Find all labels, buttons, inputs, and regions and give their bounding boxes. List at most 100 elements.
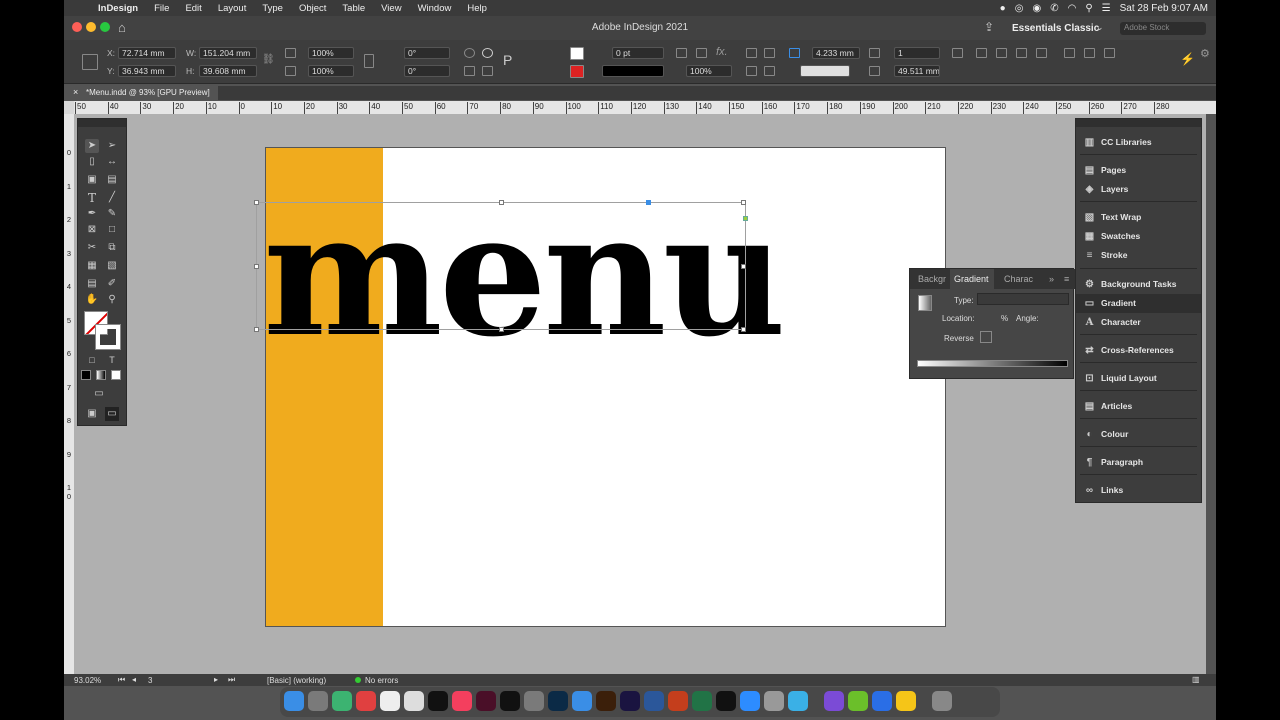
fill-swatch-control[interactable] <box>570 47 584 60</box>
shear-field[interactable]: 0° <box>404 65 450 77</box>
split-layout-icon[interactable]: ▥ <box>1192 675 1200 684</box>
chrome-icon[interactable] <box>356 691 376 711</box>
zoom-level[interactable]: 93.02% <box>74 676 101 685</box>
align-justify-icon[interactable] <box>764 66 775 76</box>
h-field[interactable]: 39.608 mm <box>199 65 257 77</box>
fit-content-icon[interactable] <box>676 48 687 58</box>
balance-columns-icon[interactable] <box>952 48 963 58</box>
panel-layers[interactable]: ◈ Layers <box>1076 180 1201 199</box>
panel-cc-libraries[interactable]: ▥ CC Libraries <box>1076 133 1201 152</box>
lightning-icon[interactable]: ⚡ <box>1180 52 1195 66</box>
pencil-tool-icon[interactable]: ✎ <box>105 207 119 221</box>
rotation-field[interactable]: 0° <box>404 47 450 59</box>
preflight-errors[interactable]: No errors <box>365 676 398 685</box>
spotlight-icon[interactable]: ⚲ <box>1085 3 1092 14</box>
menu-table[interactable]: Table <box>334 3 373 14</box>
apply-none-icon[interactable] <box>111 370 121 380</box>
flip-vertical-icon[interactable] <box>482 66 493 76</box>
finder-icon[interactable] <box>284 691 304 711</box>
scissors-tool-icon[interactable]: ✂ <box>85 241 99 255</box>
panel-links[interactable]: ∞ Links <box>1076 481 1201 500</box>
control-center-icon[interactable]: ☰ <box>1102 3 1111 14</box>
handle-top-right[interactable] <box>741 200 746 205</box>
column-width-field[interactable]: 49.511 mm <box>894 65 940 77</box>
status-icon[interactable]: ◉ <box>1032 3 1041 14</box>
scale-y-field[interactable]: 100% <box>308 65 354 77</box>
free-transform-tool-icon[interactable]: ⧉ <box>105 241 119 255</box>
reverse-gradient-icon[interactable] <box>980 331 992 343</box>
panel-paragraph[interactable]: ¶ Paragraph <box>1076 453 1201 472</box>
tab-character[interactable]: Charac <box>1000 269 1040 289</box>
menu-layout[interactable]: Layout <box>210 3 255 14</box>
inset-field[interactable]: 4.233 mm <box>812 47 860 59</box>
vertical-ruler[interactable]: 0 1 2 3 4 5 6 7 8 9 1 0 <box>64 114 74 674</box>
out-port[interactable] <box>743 216 748 221</box>
panel-character[interactable]: A Character <box>1076 313 1201 332</box>
flip-horizontal-icon[interactable] <box>464 66 475 76</box>
page-number[interactable]: 3 <box>148 676 152 685</box>
document-tab[interactable]: × *Menu.indd @ 93% [GPU Preview] <box>64 86 218 100</box>
word-icon[interactable] <box>644 691 664 711</box>
menu-type[interactable]: Type <box>254 3 291 14</box>
formatting-container-icon[interactable]: □ <box>85 353 99 367</box>
terminal-icon[interactable] <box>716 691 736 711</box>
first-page-icon[interactable]: ⏮ <box>118 675 125 685</box>
menu-file[interactable]: File <box>146 3 177 14</box>
clock[interactable]: Sat 28 Feb 9:07 AM <box>1120 3 1208 14</box>
ruler-origin[interactable] <box>64 101 74 114</box>
panel-cross-references[interactable]: ⇄ Cross-References <box>1076 341 1201 360</box>
stroke-swatch-control[interactable] <box>570 65 584 78</box>
type-tool-icon[interactable]: T <box>85 191 99 205</box>
align-center-icon[interactable] <box>764 48 775 58</box>
gradient-swatch-tool-icon[interactable]: ▦ <box>85 259 99 273</box>
after-effects-icon[interactable] <box>620 691 640 711</box>
last-page-icon[interactable]: ⏭ <box>228 675 235 685</box>
justify-vertical-icon[interactable] <box>1036 48 1047 58</box>
menu-app-name[interactable]: InDesign <box>90 3 146 14</box>
rectangle-tool-icon[interactable]: □ <box>105 223 119 237</box>
launchpad-icon[interactable] <box>308 691 328 711</box>
handle-bottom-center[interactable] <box>499 327 504 332</box>
browser-icon[interactable] <box>872 691 892 711</box>
preview-icon[interactable] <box>764 691 784 711</box>
settings-icon[interactable] <box>524 691 544 711</box>
menu-window[interactable]: Window <box>410 3 460 14</box>
rotate-ccw-icon[interactable] <box>482 48 493 58</box>
align-bottom-icon[interactable] <box>1016 48 1027 58</box>
frame-color-select[interactable] <box>800 65 850 77</box>
text-frame-inset-icon[interactable] <box>789 48 800 58</box>
panel-menu-icon[interactable]: ≡ <box>1060 269 1074 289</box>
panel-gradient[interactable]: ▭ Gradient <box>1076 294 1201 313</box>
powerpoint-icon[interactable] <box>668 691 688 711</box>
panel-swatches[interactable]: ▦ Swatches <box>1076 227 1201 246</box>
distribute-center-icon[interactable] <box>1084 48 1095 58</box>
direct-selection-tool-icon[interactable]: ➢ <box>105 139 119 153</box>
formatting-text-icon[interactable]: T <box>105 353 119 367</box>
content-grabber[interactable] <box>646 200 651 205</box>
menu-object[interactable]: Object <box>291 3 334 14</box>
handle-middle-right[interactable] <box>741 264 746 269</box>
screen-mode-icon[interactable]: ▭ <box>92 387 106 401</box>
photoshop-icon[interactable] <box>548 691 568 711</box>
zoom-icon[interactable] <box>740 691 760 711</box>
align-middle-icon[interactable] <box>996 48 1007 58</box>
chevron-down-icon[interactable]: ⌄ <box>1096 22 1104 33</box>
x-field[interactable]: 72.714 mm <box>118 47 176 59</box>
indesign-icon[interactable] <box>476 691 496 711</box>
line-tool-icon[interactable]: ╱ <box>105 191 119 205</box>
scale-x-field[interactable]: 100% <box>308 47 354 59</box>
illustrator-icon[interactable] <box>596 691 616 711</box>
pen-tool-icon[interactable]: ✒ <box>85 207 99 221</box>
menu-edit[interactable]: Edit <box>177 3 209 14</box>
viber-icon[interactable]: ✆ <box>1050 3 1058 14</box>
content-placer-icon[interactable]: ▤ <box>105 173 119 187</box>
panel-menu-icon[interactable]: ⚙ <box>1200 47 1210 60</box>
panel-pages[interactable]: ▤ Pages <box>1076 161 1201 180</box>
gradient-preview[interactable] <box>918 295 932 311</box>
tools-panel-header[interactable] <box>78 119 126 127</box>
zoom-tool-icon[interactable]: ⚲ <box>105 293 119 307</box>
columns-field[interactable]: 1 <box>894 47 940 59</box>
gap-tool-icon[interactable]: ↔ <box>105 155 119 169</box>
hand-tool-icon[interactable]: ✋ <box>85 293 99 307</box>
preview-view-icon[interactable]: ▭ <box>105 407 119 421</box>
